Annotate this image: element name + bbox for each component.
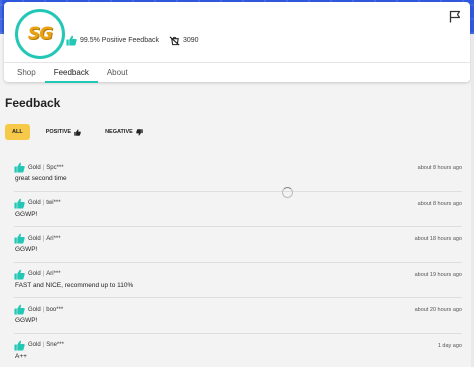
feedback-filters: ALL POSITIVE NEGATIVE [5, 124, 159, 140]
feedback-time: about 8 hours ago [417, 200, 462, 207]
feedback-header: Gold | Spc*** [14, 162, 64, 173]
thumbs-up-icon [66, 35, 77, 46]
feedback-user: Spc*** [46, 164, 64, 171]
feedback-header: Gold | Ari*** [14, 269, 61, 280]
separator: | [42, 271, 45, 277]
feedback-item: Gold | Spc*** about 8 hours ago great second… [14, 156, 462, 192]
feedback-comment: GGWP! [15, 210, 38, 218]
thumbs-up-icon [14, 162, 25, 173]
seller-avatar[interactable]: SG [15, 9, 65, 59]
thumbs-up-icon [14, 340, 25, 351]
shop-tabs: Shop Feedback About [4, 62, 470, 83]
thumbs-up-icon [74, 129, 81, 136]
feedback-time: about 18 hours ago [414, 236, 462, 242]
sales-icon [169, 35, 180, 45]
feedback-user: Ari*** [46, 235, 61, 242]
thumbs-up-icon [14, 198, 25, 209]
feedback-comment: A++ [15, 352, 27, 360]
feedback-user: twi*** [46, 200, 61, 206]
flag-icon[interactable] [449, 10, 461, 23]
feedback-header: Gold | twi*** [14, 198, 61, 209]
feedback-product: Gold [28, 235, 41, 242]
feedback-header: Gold | Ari*** [14, 233, 61, 244]
filter-all-button[interactable]: ALL [5, 124, 30, 140]
feedback-time: about 8 hours ago [417, 165, 462, 171]
feedback-time: 1 day ago [437, 342, 462, 349]
tab-about[interactable]: About [98, 63, 137, 83]
filter-negative-button[interactable]: NEGATIVE [97, 124, 151, 140]
positive-feedback-text: 99.5% Positive Feedback [80, 36, 159, 44]
feedback-item: Gold | Sne*** 1 day ago A++ [14, 334, 462, 367]
feedback-list: Gold | Spc*** about 8 hours ago great second… [14, 156, 462, 367]
feedback-product: Gold [28, 271, 41, 277]
feedback-comment: GGWP! [15, 246, 38, 253]
sales-count: 3090 [183, 36, 199, 44]
tab-feedback[interactable]: Feedback [44, 63, 98, 83]
feedback-product: Gold [28, 306, 41, 313]
seller-header: SG 99.5% Positive Feedback 3090 Shop Fee… [4, 2, 470, 83]
feedback-comment: FAST and NICE, recommend up to 110% [15, 281, 134, 289]
feedback-time: about 20 hours ago [414, 307, 462, 313]
feedback-item: Gold | Ari*** about 19 hours ago FAST and NI… [14, 263, 462, 298]
filter-positive-label: POSITIVE [45, 129, 72, 135]
feedback-item: Gold | twi*** about 8 hours ago GGWP! [14, 192, 462, 227]
filter-all-label: ALL [12, 129, 23, 135]
page-title: Feedback [5, 96, 61, 110]
feedback-comment: GGWP! [15, 317, 38, 324]
feedback-product: Gold [28, 200, 41, 206]
feedback-user: boo*** [46, 306, 64, 313]
thumbs-up-icon [14, 269, 25, 280]
filter-positive-button[interactable]: POSITIVE [38, 124, 89, 140]
feedback-user: Ari*** [46, 271, 61, 277]
separator: | [42, 235, 45, 242]
feedback-header: Gold | Sne*** [14, 340, 64, 351]
separator: | [42, 306, 45, 313]
feedback-product: Gold [28, 342, 41, 348]
tab-shop[interactable]: Shop [8, 63, 45, 83]
separator: | [42, 164, 45, 171]
feedback-time: about 19 hours ago [414, 271, 462, 278]
thumbs-down-icon [135, 128, 143, 135]
feedback-product: Gold [28, 164, 41, 171]
loading-spinner [282, 187, 293, 198]
feedback-item: Gold | Ari*** about 18 hours ago GGWP! [14, 227, 462, 263]
separator: | [42, 200, 45, 206]
thumbs-up-icon [14, 304, 25, 315]
feedback-comment: great second time [15, 175, 67, 182]
seller-stats: 99.5% Positive Feedback 3090 [66, 33, 199, 47]
feedback-header: Gold | boo*** [14, 304, 63, 315]
feedback-item: Gold | boo*** about 20 hours ago GGWP! [14, 298, 462, 334]
filter-negative-label: NEGATIVE [105, 129, 133, 135]
avatar-logo: SG [27, 24, 53, 44]
separator: | [42, 342, 45, 348]
feedback-user: Sne*** [46, 342, 64, 348]
thumbs-up-icon [14, 233, 25, 244]
